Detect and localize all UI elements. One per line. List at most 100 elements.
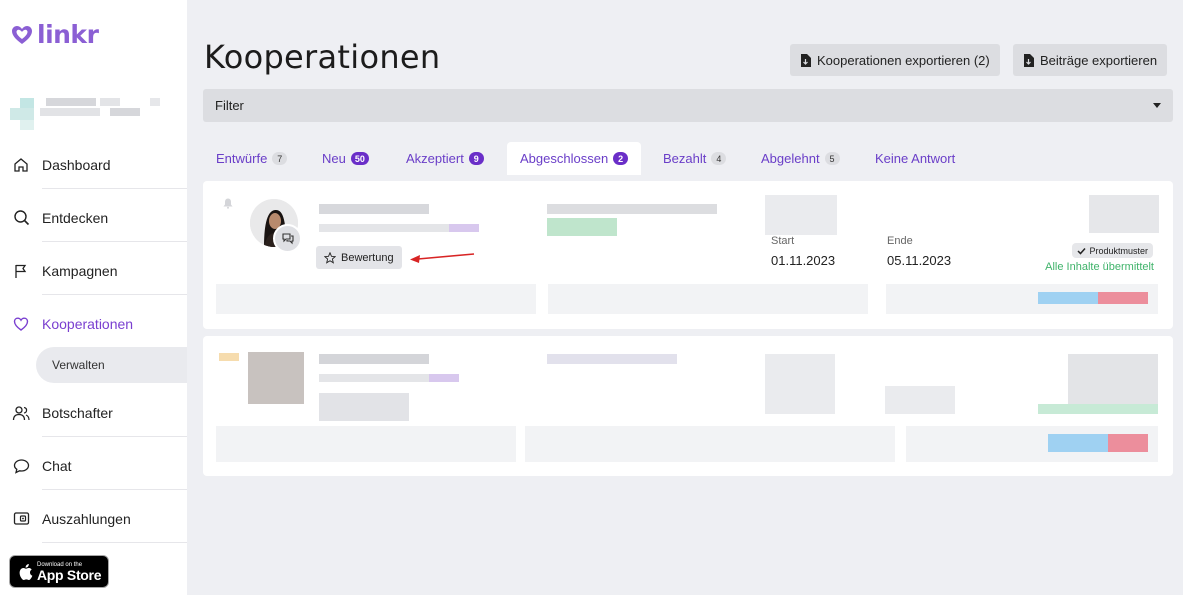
blurred-metric bbox=[1108, 434, 1148, 452]
cooperation-card[interactable] bbox=[203, 336, 1173, 476]
app-store-text: Download on the App Store bbox=[37, 562, 102, 583]
tab-neu[interactable]: Neu 50 bbox=[309, 142, 382, 175]
blurred-name bbox=[319, 354, 429, 364]
product-badge-label: Produktmuster bbox=[1089, 245, 1148, 256]
divider bbox=[42, 489, 187, 490]
apple-icon bbox=[19, 563, 33, 580]
account-switcher[interactable] bbox=[10, 93, 170, 133]
filter-label: Filter bbox=[215, 98, 244, 113]
blurred-metric bbox=[1048, 434, 1108, 452]
divider bbox=[42, 542, 187, 543]
tab-entwuerfe[interactable]: Entwürfe 7 bbox=[203, 142, 300, 175]
sidebar-item-label: Entdecken bbox=[42, 209, 109, 226]
logo-text: linkr bbox=[37, 20, 99, 49]
blurred-campaign-status bbox=[547, 218, 617, 236]
tab-count-badge: 2 bbox=[613, 152, 629, 165]
tab-label: Akzeptiert bbox=[406, 151, 464, 166]
file-download-icon bbox=[1024, 53, 1034, 67]
blurred-campaign bbox=[547, 354, 677, 364]
chat-button[interactable] bbox=[273, 224, 302, 253]
blurred-info bbox=[765, 195, 837, 235]
chat-icon bbox=[12, 457, 30, 475]
sidebar-item-label: Chat bbox=[42, 457, 72, 474]
file-download-icon bbox=[801, 53, 811, 67]
blurred-icon bbox=[219, 353, 239, 361]
cooperation-card[interactable]: Bewertung Start 01.11.2023 Ende 05.11.20… bbox=[203, 181, 1173, 329]
blurred-handle bbox=[319, 374, 429, 382]
export-cooperations-button[interactable]: Kooperationen exportieren (2) bbox=[790, 44, 1000, 76]
sidebar-item-label: Kooperationen bbox=[42, 315, 134, 332]
tab-abgeschlossen[interactable]: Abgeschlossen 2 bbox=[507, 142, 642, 175]
tab-count-badge: 50 bbox=[350, 152, 369, 165]
blurred-tag bbox=[449, 224, 479, 232]
users-icon bbox=[12, 404, 30, 422]
blurred-metric bbox=[1038, 292, 1098, 304]
tab-keine-antwort[interactable]: Keine Antwort bbox=[862, 142, 968, 175]
page-title: Kooperationen bbox=[204, 38, 441, 76]
tab-label: Bezahlt bbox=[663, 151, 707, 166]
rating-button-label: Bewertung bbox=[341, 251, 394, 264]
caret-down-icon bbox=[1153, 103, 1161, 108]
annotation-arrow-icon bbox=[410, 253, 475, 263]
heart-icon bbox=[12, 315, 30, 333]
blurred-tag bbox=[429, 374, 459, 382]
content-status: Alle Inhalte übermittelt bbox=[1045, 261, 1154, 273]
bell-icon[interactable] bbox=[223, 198, 233, 209]
sidebar-item-chat[interactable]: Chat bbox=[0, 439, 187, 492]
sidebar-item-dashboard[interactable]: Dashboard bbox=[0, 138, 187, 191]
tab-label: Keine Antwort bbox=[875, 151, 956, 166]
tab-label: Entwürfe bbox=[216, 151, 268, 166]
tab-count-badge: 5 bbox=[824, 152, 840, 165]
sidebar: linkr Dashboard Entdecken Kampagnen Koop… bbox=[0, 0, 187, 595]
blurred-info bbox=[765, 354, 835, 414]
flag-icon bbox=[12, 262, 30, 280]
sidebar-item-kooperationen[interactable]: Kooperationen bbox=[0, 297, 187, 350]
blurred-metric bbox=[1098, 292, 1148, 304]
start-date: 01.11.2023 bbox=[771, 253, 836, 268]
app-store-big-text: App Store bbox=[37, 566, 102, 583]
end-date: 05.11.2023 bbox=[887, 253, 952, 268]
divider bbox=[42, 436, 187, 437]
divider bbox=[42, 188, 187, 189]
tab-label: Abgeschlossen bbox=[520, 151, 609, 166]
start-label: Start bbox=[771, 235, 795, 247]
tab-label: Neu bbox=[322, 151, 346, 166]
tab-akzeptiert[interactable]: Akzeptiert 9 bbox=[393, 142, 497, 175]
sidebar-item-auszahlungen[interactable]: Auszahlungen bbox=[0, 492, 187, 545]
check-icon bbox=[1077, 247, 1087, 255]
blurred-campaign bbox=[547, 204, 717, 214]
tab-bezahlt[interactable]: Bezahlt 4 bbox=[650, 142, 739, 175]
sidebar-item-entdecken[interactable]: Entdecken bbox=[0, 191, 187, 244]
blurred-post-row bbox=[216, 426, 516, 462]
blurred-avatar bbox=[248, 352, 304, 404]
export-cooperations-label: Kooperationen exportieren (2) bbox=[817, 52, 990, 68]
sidebar-subitem-verwalten[interactable]: Verwalten bbox=[36, 347, 187, 383]
divider bbox=[42, 294, 187, 295]
sidebar-item-botschafter[interactable]: Botschafter bbox=[0, 386, 187, 439]
blurred-info bbox=[885, 386, 955, 414]
tab-label: Abgelehnt bbox=[761, 151, 820, 166]
filter-dropdown[interactable]: Filter bbox=[203, 89, 1173, 122]
wallet-icon bbox=[12, 510, 30, 528]
blurred-status bbox=[1038, 404, 1158, 414]
divider bbox=[42, 241, 187, 242]
app-logo[interactable]: linkr bbox=[10, 20, 99, 49]
app-store-badge[interactable]: Download on the App Store bbox=[9, 555, 109, 588]
search-icon bbox=[12, 209, 30, 227]
blurred-amount bbox=[1068, 354, 1158, 404]
sidebar-item-label: Botschafter bbox=[42, 404, 113, 421]
end-label: Ende bbox=[887, 235, 913, 247]
tab-count-badge: 9 bbox=[468, 152, 484, 165]
blurred-amount bbox=[1089, 195, 1159, 233]
export-posts-button[interactable]: Beiträge exportieren bbox=[1013, 44, 1168, 76]
sidebar-item-kampagnen[interactable]: Kampagnen bbox=[0, 244, 187, 297]
sidebar-item-label: Auszahlungen bbox=[42, 510, 131, 527]
rating-button[interactable]: Bewertung bbox=[316, 246, 402, 269]
tab-abgelehnt[interactable]: Abgelehnt 5 bbox=[748, 142, 853, 175]
star-icon bbox=[324, 251, 336, 264]
home-icon bbox=[12, 156, 30, 174]
product-sample-badge: Produktmuster bbox=[1072, 243, 1153, 258]
blurred-handle bbox=[319, 224, 449, 232]
tab-count-badge: 4 bbox=[711, 152, 727, 165]
blurred-button bbox=[319, 393, 409, 421]
